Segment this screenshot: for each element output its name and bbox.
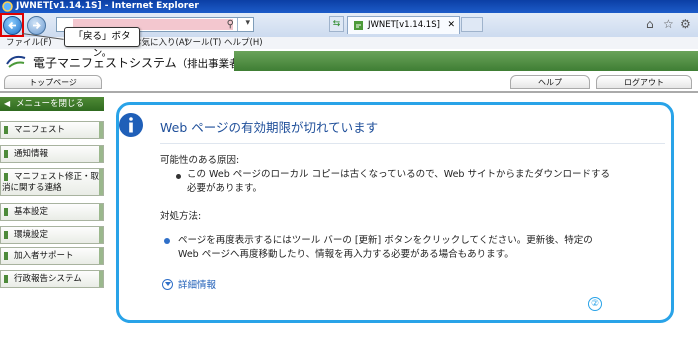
bullet-blue-dot — [164, 238, 170, 244]
bullet-marker — [4, 231, 8, 239]
sidebar-item-basic-settings[interactable]: 基本設定 — [0, 203, 104, 221]
compat-view-button[interactable]: ⇆ — [329, 16, 344, 32]
cause-heading: 可能性のある原因: — [160, 155, 240, 166]
bullet-marker — [4, 275, 8, 283]
gear-icon[interactable]: ⚙ — [680, 17, 691, 31]
home-icon[interactable]: ⌂ — [646, 17, 654, 31]
close-menu-label: メニューを閉じる — [16, 99, 85, 109]
sidebar-item-label: 基本設定 — [14, 207, 49, 217]
window-title: JWNET[v1.14.1S] - Internet Explorer — [16, 1, 199, 11]
sidebar-item-subscriber-support[interactable]: 加入者サポート — [0, 247, 104, 265]
sidebar-item-label: マニフェスト修正・取 — [14, 172, 100, 182]
title-divider — [160, 143, 665, 144]
sidebar-item-label-line2: 消に関する連絡 — [2, 183, 62, 193]
favorites-star-icon[interactable]: ☆ — [663, 17, 674, 31]
new-tab-button[interactable] — [461, 17, 483, 32]
error-title: Web ページの有効期限が切れています — [160, 120, 379, 135]
header-green-band — [234, 51, 698, 71]
close-menu-button[interactable]: ◀ メニューを閉じる — [0, 97, 104, 111]
sidebar-item-label: 行政報告システム — [14, 274, 82, 284]
bullet-marker — [4, 126, 8, 134]
forward-button[interactable] — [27, 16, 46, 35]
window-title-bar: JWNET[v1.14.1S] - Internet Explorer — [0, 0, 698, 13]
system-title: 電子マニフェストシステム（排出事業者） — [33, 56, 251, 70]
sidebar-item-correction-contact[interactable]: マニフェスト修正・取 消に関する連絡 — [0, 168, 104, 196]
fix-text-line1: ページを再度表示するにはツール バーの [更新] ボタンをクリックしてください。… — [178, 235, 593, 246]
tab-title: JWNET[v1.14.1S] — [368, 20, 440, 30]
sidebar-item-notifications[interactable]: 通知情報 — [0, 145, 104, 163]
jwnet-logo — [6, 55, 26, 68]
caret-left-icon: ◀ — [4, 99, 11, 108]
fix-heading: 対処方法: — [160, 211, 202, 222]
menu-file[interactable]: ファイル(F) — [6, 37, 52, 49]
sidebar-item-manifest[interactable]: マニフェスト — [0, 121, 104, 139]
sidebar-item-label: 環境設定 — [14, 230, 49, 240]
forward-arrow-icon — [33, 21, 41, 30]
info-icon — [119, 113, 143, 137]
top-nav-row: トップページ ヘルプ ログアウト — [0, 74, 698, 91]
close-tab-icon[interactable]: ✕ — [447, 17, 455, 34]
search-icon[interactable]: ⚲ — [227, 19, 234, 30]
bullet-marker — [4, 150, 8, 158]
bullet-marker — [4, 252, 8, 260]
sidebar-item-label: 加入者サポート — [14, 251, 74, 261]
cause-text-line2: 必要があります。 — [187, 183, 263, 194]
sidebar-item-label: 通知情報 — [14, 149, 49, 159]
top-page-button[interactable]: トップページ — [4, 75, 102, 89]
sidebar-item-environment-settings[interactable]: 環境設定 — [0, 226, 104, 244]
bullet-marker — [4, 208, 8, 216]
fix-text-line2: Web ページへ再度移動したり、情報を再入力する必要がある場合もあります。 — [178, 249, 514, 260]
help-button[interactable]: ヘルプ — [510, 75, 590, 89]
bullet-marker — [4, 173, 8, 181]
sidebar-item-admin-report[interactable]: 行政報告システム — [0, 270, 104, 288]
more-info-link[interactable]: 詳細情報 — [178, 277, 216, 291]
menu-favorites[interactable]: お気に入り(A) — [133, 37, 188, 49]
menu-help[interactable]: ヘルプ(H) — [224, 37, 263, 49]
step-number-badge: ② — [588, 297, 602, 311]
annotation-tooltip: 「戻る」ボタン。 — [64, 27, 140, 59]
sidebar-item-label: マニフェスト — [14, 125, 66, 135]
sidebar-menu: ◀ メニューを閉じる マニフェスト 通知情報 マニフェスト修正・取 消に関する連絡… — [0, 93, 105, 357]
expand-chevron-icon[interactable] — [162, 279, 173, 290]
ie-logo-icon — [2, 1, 13, 12]
address-separator — [237, 18, 238, 31]
address-dropdown-icon[interactable]: ▾ — [245, 18, 250, 28]
menu-tools[interactable]: ツール(T) — [184, 37, 221, 49]
logout-button[interactable]: ログアウト — [596, 75, 692, 89]
bullet-dot — [176, 174, 181, 179]
cause-text-line1: この Web ページのローカル コピーは古くなっているので、Web サイトからま… — [187, 169, 610, 180]
browser-tab-active[interactable]: JWNET[v1.14.1S] ✕ — [347, 16, 460, 34]
tab-favicon-icon — [354, 21, 363, 30]
back-button-highlight — [0, 13, 24, 37]
